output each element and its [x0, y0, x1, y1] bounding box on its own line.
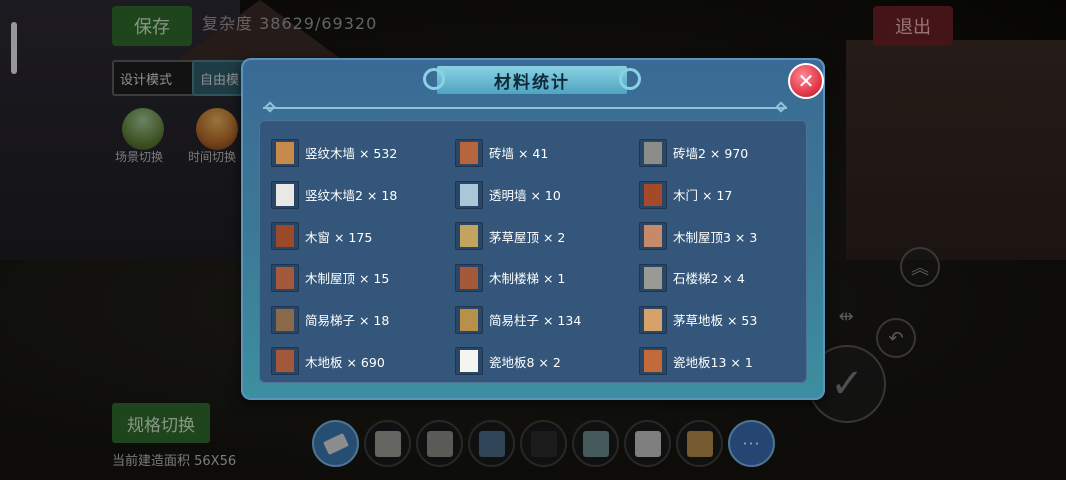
- material-swatch: [276, 183, 294, 206]
- wooden-roof-icon: [271, 263, 299, 292]
- material-item: 木地板 × 690: [271, 340, 455, 382]
- material-item: 简易梯子 × 18: [271, 299, 455, 341]
- swirl-ornament-icon: [619, 68, 641, 90]
- dialog-title-banner: 材料统计: [423, 66, 641, 94]
- vertical-wood-wall-2-icon: [271, 180, 299, 209]
- material-swatch: [276, 350, 294, 373]
- wooden-floor-icon: [271, 347, 299, 376]
- material-item: 竖纹木墙 × 532: [271, 132, 455, 174]
- brick-wall-2-icon: [639, 138, 667, 167]
- material-item: 石楼梯2 × 4: [639, 257, 801, 299]
- material-label: 砖墙2 × 970: [673, 146, 749, 162]
- material-swatch: [276, 225, 294, 248]
- material-label: 透明墙 × 10: [489, 188, 561, 204]
- material-label: 简易梯子 × 18: [305, 313, 390, 329]
- material-item: 茅草屋顶 × 2: [455, 215, 639, 257]
- dialog-title: 材料统计: [494, 72, 570, 93]
- material-swatch: [460, 350, 478, 373]
- wooden-stairs-icon: [455, 263, 483, 292]
- material-item: 木制屋顶 × 15: [271, 257, 455, 299]
- diamond-ornament-icon: [264, 101, 276, 113]
- material-item: 砖墙 × 41: [455, 132, 639, 174]
- stone-stairs-2-icon: [639, 263, 667, 292]
- tile-floor-13-icon: [639, 347, 667, 376]
- material-swatch: [460, 308, 478, 331]
- material-label: 竖纹木墙2 × 18: [305, 188, 398, 204]
- material-swatch: [644, 183, 662, 206]
- material-item: 简易柱子 × 134: [455, 299, 639, 341]
- material-swatch: [644, 266, 662, 289]
- diamond-ornament-icon: [775, 101, 787, 113]
- material-label: 茅草屋顶 × 2: [489, 229, 566, 245]
- material-swatch: [276, 266, 294, 289]
- material-label: 木制屋顶3 × 3: [673, 229, 758, 245]
- material-swatch: [460, 141, 478, 164]
- material-swatch: [276, 141, 294, 164]
- material-swatch: [644, 350, 662, 373]
- materials-grid: 竖纹木墙 × 532 砖墙 × 41 砖墙2 × 970 竖纹木墙2 × 18 透明墙 …: [271, 132, 801, 382]
- material-item: 竖纹木墙2 × 18: [271, 174, 455, 216]
- tile-floor-8-icon: [455, 347, 483, 376]
- material-label: 简易柱子 × 134: [489, 313, 582, 329]
- material-label: 砖墙 × 41: [489, 146, 549, 162]
- material-item: 木制楼梯 × 1: [455, 257, 639, 299]
- transparent-wall-icon: [455, 180, 483, 209]
- material-label: 木门 × 17: [673, 188, 733, 204]
- thatch-floor-icon: [639, 305, 667, 334]
- material-item: 瓷地板8 × 2: [455, 340, 639, 382]
- material-item: 透明墙 × 10: [455, 174, 639, 216]
- material-swatch: [644, 225, 662, 248]
- material-item: 砖墙2 × 970: [639, 132, 801, 174]
- material-label: 瓷地板13 × 1: [673, 354, 753, 370]
- thatch-roof-icon: [455, 222, 483, 251]
- material-swatch: [644, 141, 662, 164]
- material-swatch: [460, 225, 478, 248]
- close-icon[interactable]: ✕: [788, 63, 824, 99]
- material-label: 木地板 × 690: [305, 354, 385, 370]
- wooden-window-icon: [271, 222, 299, 251]
- material-swatch: [460, 266, 478, 289]
- simple-ladder-icon: [271, 305, 299, 334]
- material-swatch: [644, 308, 662, 331]
- material-label: 茅草地板 × 53: [673, 313, 758, 329]
- material-label: 木制屋顶 × 15: [305, 271, 390, 287]
- material-label: 瓷地板8 × 2: [489, 354, 561, 370]
- wooden-roof-3-icon: [639, 222, 667, 251]
- materials-list-panel: 竖纹木墙 × 532 砖墙 × 41 砖墙2 × 970 竖纹木墙2 × 18 透明墙 …: [259, 120, 807, 383]
- wooden-door-icon: [639, 180, 667, 209]
- material-item: 木窗 × 175: [271, 215, 455, 257]
- vertical-wood-wall-icon: [271, 138, 299, 167]
- brick-wall-icon: [455, 138, 483, 167]
- material-item: 茅草地板 × 53: [639, 299, 801, 341]
- material-label: 木窗 × 175: [305, 229, 373, 245]
- materials-stats-dialog: 材料统计 ✕ 竖纹木墙 × 532 砖墙 × 41 砖墙2 × 970 竖纹木墙2 ×…: [241, 58, 825, 400]
- title-divider: [263, 107, 787, 109]
- material-item: 木制屋顶3 × 3: [639, 215, 801, 257]
- material-label: 竖纹木墙 × 532: [305, 146, 398, 162]
- material-label: 木制楼梯 × 1: [489, 271, 566, 287]
- simple-pillar-icon: [455, 305, 483, 334]
- swirl-ornament-icon: [423, 68, 445, 90]
- material-swatch: [276, 308, 294, 331]
- material-item: 瓷地板13 × 1: [639, 340, 801, 382]
- material-label: 石楼梯2 × 4: [673, 271, 745, 287]
- material-item: 木门 × 17: [639, 174, 801, 216]
- material-swatch: [460, 183, 478, 206]
